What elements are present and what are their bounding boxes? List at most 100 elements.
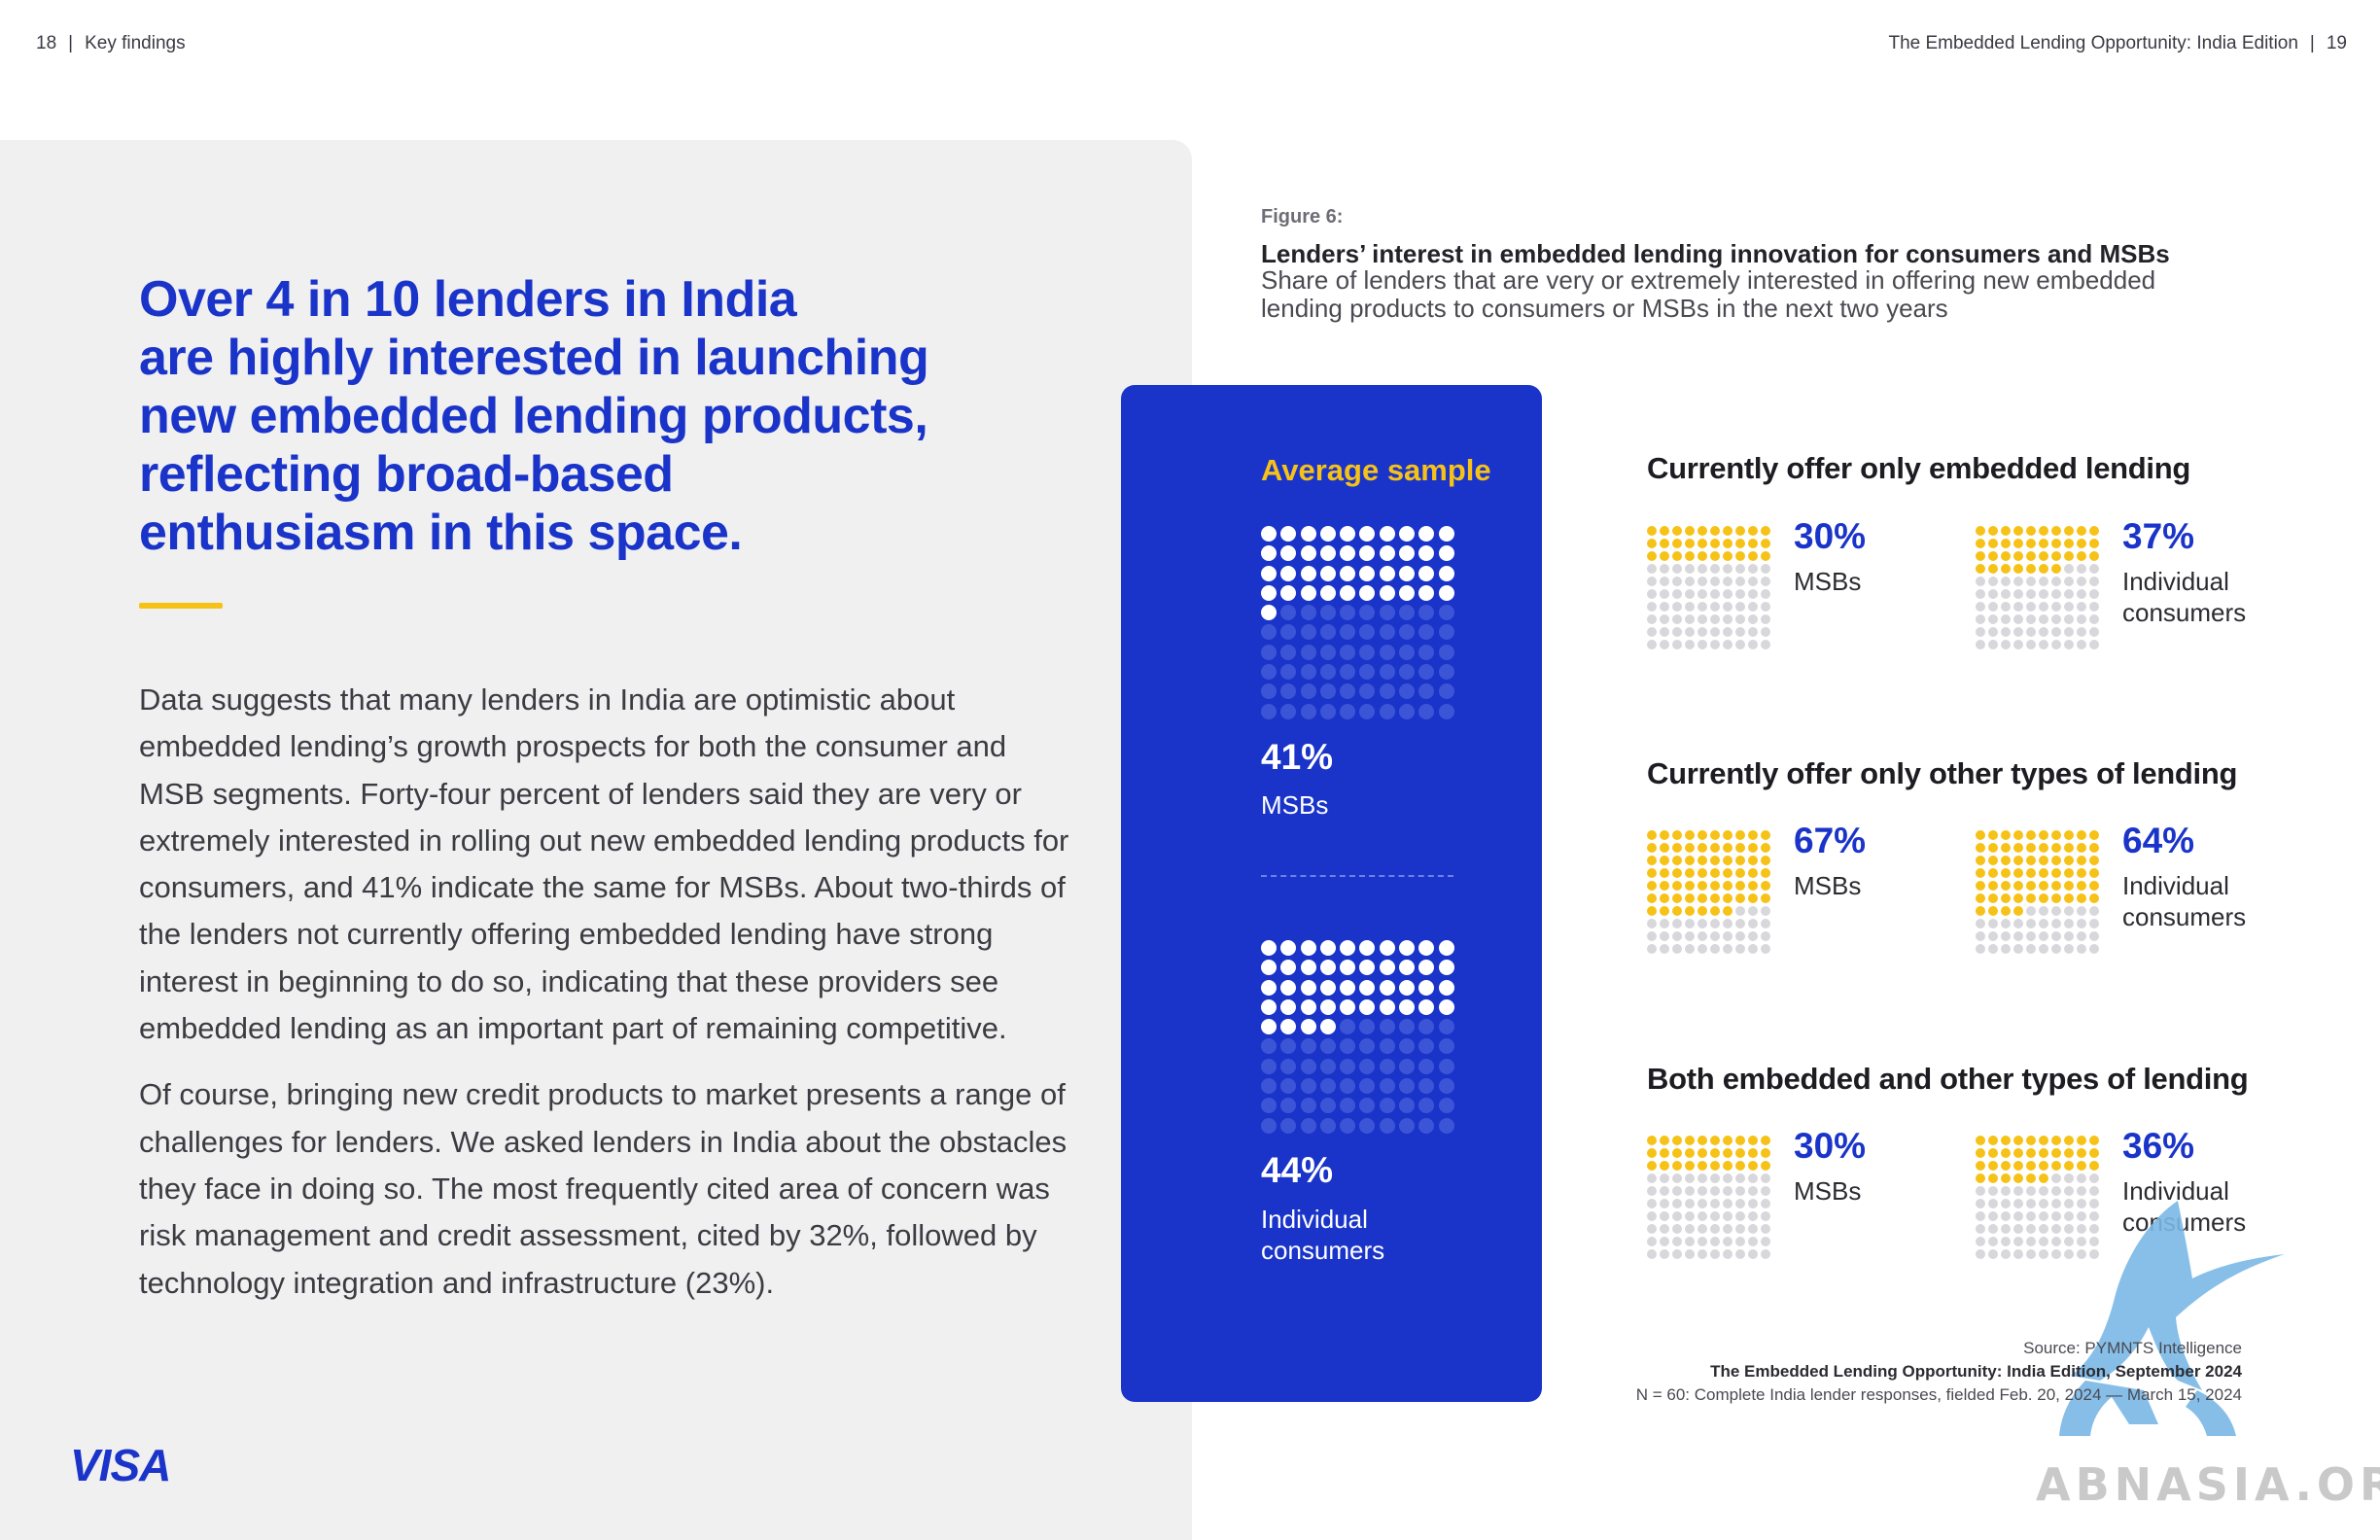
dot-grid-embedded-only-consumers <box>1976 526 2099 649</box>
empty-dot <box>1685 640 1695 649</box>
filled-dot <box>2064 881 2074 891</box>
empty-dot <box>1660 589 1669 599</box>
filled-dot <box>2001 551 2011 561</box>
empty-dot <box>1340 664 1356 681</box>
filled-dot <box>1300 940 1316 956</box>
filled-dot <box>1735 881 1745 891</box>
filled-dot <box>1261 605 1277 621</box>
filled-dot <box>1723 843 1732 853</box>
empty-dot <box>2051 627 2061 637</box>
filled-dot <box>2013 881 2023 891</box>
empty-dot <box>1280 1098 1297 1114</box>
empty-dot <box>1735 589 1745 599</box>
filled-dot <box>1698 868 1707 878</box>
filled-dot <box>1399 998 1416 1015</box>
empty-dot <box>1399 644 1416 660</box>
empty-dot <box>2013 1249 2023 1259</box>
empty-dot <box>1418 1019 1435 1035</box>
watermark-emblem-icon <box>2059 1201 2285 1436</box>
filled-dot <box>2001 893 2011 903</box>
filled-dot <box>1735 551 1745 561</box>
filled-dot <box>1261 584 1277 601</box>
average-msbs-percent: 41% <box>1261 737 1334 777</box>
filled-dot <box>1261 998 1277 1015</box>
empty-dot <box>1698 614 1707 624</box>
empty-dot <box>1359 664 1376 681</box>
page-header-left: 18 | Key findings <box>36 33 186 54</box>
figure-source: Source: PYMNTS Intelligence The Embedded… <box>1636 1337 2242 1407</box>
filled-dot <box>1647 830 1657 840</box>
filled-dot <box>1340 545 1356 562</box>
filled-dot <box>2001 868 2011 878</box>
empty-dot <box>2026 577 2036 586</box>
empty-dot <box>1280 624 1297 641</box>
empty-dot <box>2026 906 2036 916</box>
empty-dot <box>1710 1224 1720 1234</box>
accent-divider <box>139 603 223 609</box>
empty-dot <box>1988 931 1998 941</box>
filled-dot <box>1735 868 1745 878</box>
empty-dot <box>1261 644 1277 660</box>
filled-dot <box>2077 893 2086 903</box>
dot-grid-average-consumers <box>1261 940 1454 1134</box>
filled-dot <box>2064 1161 2074 1171</box>
empty-dot <box>1976 1199 1985 1208</box>
filled-dot <box>1647 906 1657 916</box>
empty-dot <box>1735 640 1745 649</box>
filled-dot <box>1685 868 1695 878</box>
filled-dot <box>2013 1148 2023 1158</box>
right-page-number: 19 <box>2326 33 2347 53</box>
empty-dot <box>2064 602 2074 612</box>
empty-dot <box>1647 1199 1657 1208</box>
filled-dot <box>1735 843 1745 853</box>
filled-dot <box>2064 1136 2074 1145</box>
filled-dot <box>1379 584 1395 601</box>
filled-dot <box>1761 868 1770 878</box>
filled-dot <box>1300 998 1316 1015</box>
empty-dot <box>1672 589 1682 599</box>
dashed-divider <box>1261 875 1453 877</box>
empty-dot <box>1988 1224 1998 1234</box>
empty-dot <box>1438 644 1454 660</box>
empty-dot <box>2013 1186 2023 1196</box>
empty-dot <box>1418 1098 1435 1114</box>
filled-dot <box>1418 584 1435 601</box>
empty-dot <box>2064 919 2074 928</box>
empty-dot <box>1988 1186 1998 1196</box>
empty-dot <box>1672 614 1682 624</box>
empty-dot <box>1685 564 1695 574</box>
empty-dot <box>1438 703 1454 719</box>
filled-dot <box>1660 1148 1669 1158</box>
empty-dot <box>1399 1019 1416 1035</box>
empty-dot <box>1761 564 1770 574</box>
empty-dot <box>1660 614 1669 624</box>
empty-dot <box>2089 640 2099 649</box>
filled-dot <box>1748 539 1758 548</box>
empty-dot <box>1988 1249 1998 1259</box>
filled-dot <box>1359 940 1376 956</box>
filled-dot <box>1988 830 1998 840</box>
empty-dot <box>1723 564 1732 574</box>
empty-dot <box>1710 577 1720 586</box>
filled-dot <box>1672 1148 1682 1158</box>
empty-dot <box>1319 664 1336 681</box>
empty-dot <box>1723 1224 1732 1234</box>
empty-dot <box>2051 944 2061 954</box>
empty-dot <box>1685 577 1695 586</box>
empty-dot <box>1647 931 1657 941</box>
empty-dot <box>1672 577 1682 586</box>
empty-dot <box>1660 931 1669 941</box>
filled-dot <box>1672 881 1682 891</box>
filled-dot <box>2089 526 2099 536</box>
filled-dot <box>1723 906 1732 916</box>
filled-dot <box>1723 1148 1732 1158</box>
empty-dot <box>1698 931 1707 941</box>
empty-dot <box>2001 1224 2011 1234</box>
filled-dot <box>1359 526 1376 542</box>
empty-dot <box>1723 640 1732 649</box>
filled-dot <box>1280 940 1297 956</box>
empty-dot <box>1300 624 1316 641</box>
empty-dot <box>1672 1173 1682 1183</box>
empty-dot <box>1976 1224 1985 1234</box>
empty-dot <box>1647 627 1657 637</box>
